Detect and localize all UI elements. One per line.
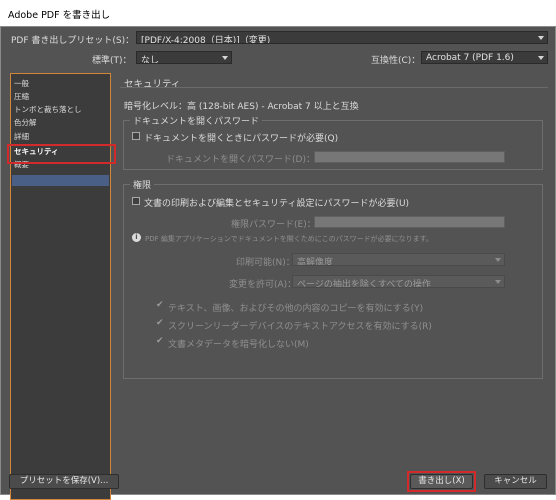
require-open-password-label: ドキュメントを開くときにパスワードが必要(Q) [144, 134, 339, 144]
printing-allowed-label: 印刷可能(N)： [236, 258, 295, 268]
require-permissions-password-checkbox[interactable] [132, 197, 140, 205]
permissions-group-title: 権限 [130, 178, 155, 191]
standard-value: なし [141, 56, 160, 64]
chevron-down-icon [222, 56, 228, 60]
preset-value: [PDF/X-4:2008（日本)]（変更) [141, 36, 271, 44]
export-pdf-window: Adobe PDF を書き出し PDF 書き出しプリセット(S)： [PDF/X… [0, 0, 556, 500]
sidebar: 一般 圧縮 トンボと裁ち落とし 色分解 詳細 セキュリティ 概要 [10, 73, 111, 500]
changes-allowed-dropdown[interactable]: ページの抽出を除くすべての操作 [292, 275, 505, 288]
sidebar-item-advanced[interactable]: 詳細 [14, 131, 29, 142]
changes-allowed-label: 変更を許可(A)： [229, 280, 297, 290]
chevron-down-icon [495, 258, 501, 262]
enable-copy-checkbox[interactable]: ✔ [156, 300, 164, 310]
standard-label: 標準(T)： [92, 56, 132, 66]
permissions-password-field[interactable] [314, 216, 505, 228]
section-divider [120, 87, 548, 88]
title-bar: Adobe PDF を書き出し [0, 0, 556, 26]
open-password-group-title: ドキュメントを開くパスワード [130, 114, 263, 127]
permissions-group: 権限 文書の印刷および編集とセキュリティ設定にパスワードが必要(U) 権限パスワ… [123, 178, 543, 379]
printing-allowed-value: 高解像度 [297, 258, 334, 266]
permissions-info-text: PDF 編集アプリケーションでドキュメントを開くためにこのパスワードが必要になり… [145, 235, 433, 243]
no-encrypt-metadata-label: 文書メタデータを暗号化しない(M) [168, 340, 309, 350]
export-highlight [407, 471, 476, 492]
save-preset-button[interactable]: プリセットを保存(V)... [9, 474, 119, 489]
sidebar-item-marks-bleeds[interactable]: トンボと裁ち落とし [14, 104, 82, 115]
enable-screenreader-checkbox[interactable]: ✔ [156, 318, 164, 328]
enable-screenreader-label: スクリーンリーダーデバイスのテキストアクセスを有効にする(R) [168, 322, 432, 332]
compat-value: Acrobat 7 (PDF 1.6) [426, 53, 514, 63]
chevron-down-icon [495, 280, 501, 284]
require-open-password-checkbox[interactable] [132, 132, 140, 140]
security-highlight [7, 144, 116, 164]
no-encrypt-metadata-checkbox[interactable]: ✔ [156, 336, 164, 346]
permissions-password-label: 権限パスワード(E)： [231, 220, 316, 230]
printing-allowed-dropdown[interactable]: 高解像度 [292, 253, 505, 266]
open-password-label: ドキュメントを開くパスワード(D)： [166, 155, 315, 165]
open-password-field[interactable] [314, 151, 505, 163]
sidebar-item-general[interactable]: 一般 [14, 78, 29, 89]
chevron-down-icon [538, 56, 544, 60]
enable-copy-label: テキスト、画像、およびその他の内容のコピーを有効にする(Y) [168, 304, 424, 314]
security-panel: セキュリティ 暗号化レベル：高 (128-bit AES) - Acrobat … [120, 73, 548, 500]
open-password-group: ドキュメントを開くパスワード ドキュメントを開くときにパスワードが必要(Q) ド… [123, 114, 543, 170]
changes-allowed-value: ページの抽出を除くすべての操作 [297, 280, 431, 288]
chevron-down-icon [538, 36, 544, 40]
cancel-button[interactable]: キャンセル [484, 474, 547, 489]
info-icon: i [132, 233, 141, 242]
compat-label: 互換性(C)： [371, 56, 421, 66]
preset-label: PDF 書き出しプリセット(S)： [11, 36, 135, 46]
sidebar-item-output[interactable]: 色分解 [14, 117, 37, 128]
preset-dropdown[interactable]: [PDF/X-4:2008（日本)]（変更) [136, 31, 548, 44]
standard-dropdown[interactable]: なし [136, 51, 232, 64]
require-permissions-password-label: 文書の印刷および編集とセキュリティ設定にパスワードが必要(U) [144, 199, 410, 209]
sidebar-item-compression[interactable]: 圧縮 [14, 91, 29, 102]
sidebar-selection [12, 175, 109, 186]
compat-dropdown[interactable]: Acrobat 7 (PDF 1.6) [421, 51, 548, 64]
dialog-body: PDF 書き出しプリセット(S)： [PDF/X-4:2008（日本)]（変更)… [0, 26, 556, 500]
window-title: Adobe PDF を書き出し [8, 10, 111, 21]
encryption-level: 暗号化レベル：高 (128-bit AES) - Acrobat 7 以上と互換 [124, 102, 359, 112]
